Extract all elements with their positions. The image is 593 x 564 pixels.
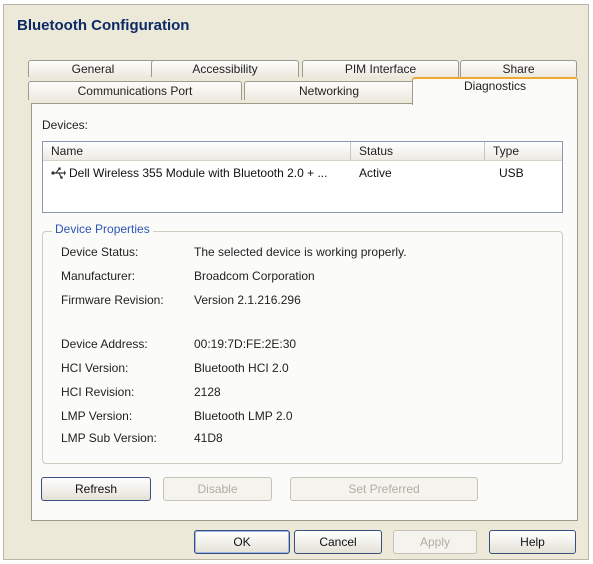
bluetooth-configuration-window: Bluetooth Configuration General Accessib… (3, 4, 589, 560)
prop-label-hci-revision: HCI Revision: (61, 385, 135, 399)
tab-pim-interface[interactable]: PIM Interface (302, 60, 459, 77)
column-header-status[interactable]: Status (351, 142, 485, 161)
column-header-name[interactable]: Name (43, 142, 351, 161)
prop-value-hci-version: Bluetooth HCI 2.0 (194, 361, 289, 375)
prop-label-device-status: Device Status: (61, 245, 139, 259)
diagnostics-panel: Devices: Name Status Type Dell Wireless … (31, 103, 578, 521)
window-title: Bluetooth Configuration (17, 17, 190, 34)
tab-general[interactable]: General (28, 60, 158, 77)
device-name: Dell Wireless 355 Module with Bluetooth … (69, 166, 328, 180)
prop-value-lmp-version: Bluetooth LMP 2.0 (194, 409, 293, 423)
ok-button[interactable]: OK (194, 530, 290, 554)
prop-value-lmp-sub-version: 41D8 (194, 431, 223, 445)
set-preferred-button[interactable]: Set Preferred (290, 477, 478, 501)
tab-communications-port[interactable]: Communications Port (28, 81, 242, 100)
tab-accessibility[interactable]: Accessibility (151, 60, 299, 77)
prop-value-device-address: 00:19:7D:FE:2E:30 (194, 337, 297, 351)
device-type: USB (499, 166, 524, 180)
prop-value-manufacturer: Broadcom Corporation (194, 269, 315, 283)
device-properties-title: Device Properties (52, 222, 153, 236)
prop-value-device-status: The selected device is working properly. (194, 245, 407, 259)
devices-label: Devices: (42, 118, 89, 132)
tab-networking[interactable]: Networking (244, 81, 414, 100)
prop-label-manufacturer: Manufacturer: (61, 269, 136, 283)
apply-button[interactable]: Apply (393, 530, 477, 554)
usb-icon (51, 167, 66, 179)
prop-label-lmp-sub-version: LMP Sub Version: (61, 431, 157, 445)
prop-label-firmware-revision: Firmware Revision: (61, 293, 164, 307)
disable-button[interactable]: Disable (163, 477, 272, 501)
tab-share[interactable]: Share (460, 60, 577, 77)
prop-value-firmware-revision: Version 2.1.216.296 (194, 293, 301, 307)
device-status: Active (359, 166, 392, 180)
tab-diagnostics[interactable]: Diagnostics (412, 77, 578, 105)
prop-label-device-address: Device Address: (61, 337, 148, 351)
cancel-button[interactable]: Cancel (294, 530, 382, 554)
prop-label-hci-version: HCI Version: (61, 361, 129, 375)
column-header-type[interactable]: Type (485, 142, 562, 161)
prop-value-hci-revision: 2128 (194, 385, 221, 399)
devices-list[interactable]: Name Status Type Dell Wireless 355 Modul… (42, 141, 563, 213)
help-button[interactable]: Help (489, 530, 576, 554)
prop-label-lmp-version: LMP Version: (61, 409, 133, 423)
refresh-button[interactable]: Refresh (41, 477, 151, 501)
